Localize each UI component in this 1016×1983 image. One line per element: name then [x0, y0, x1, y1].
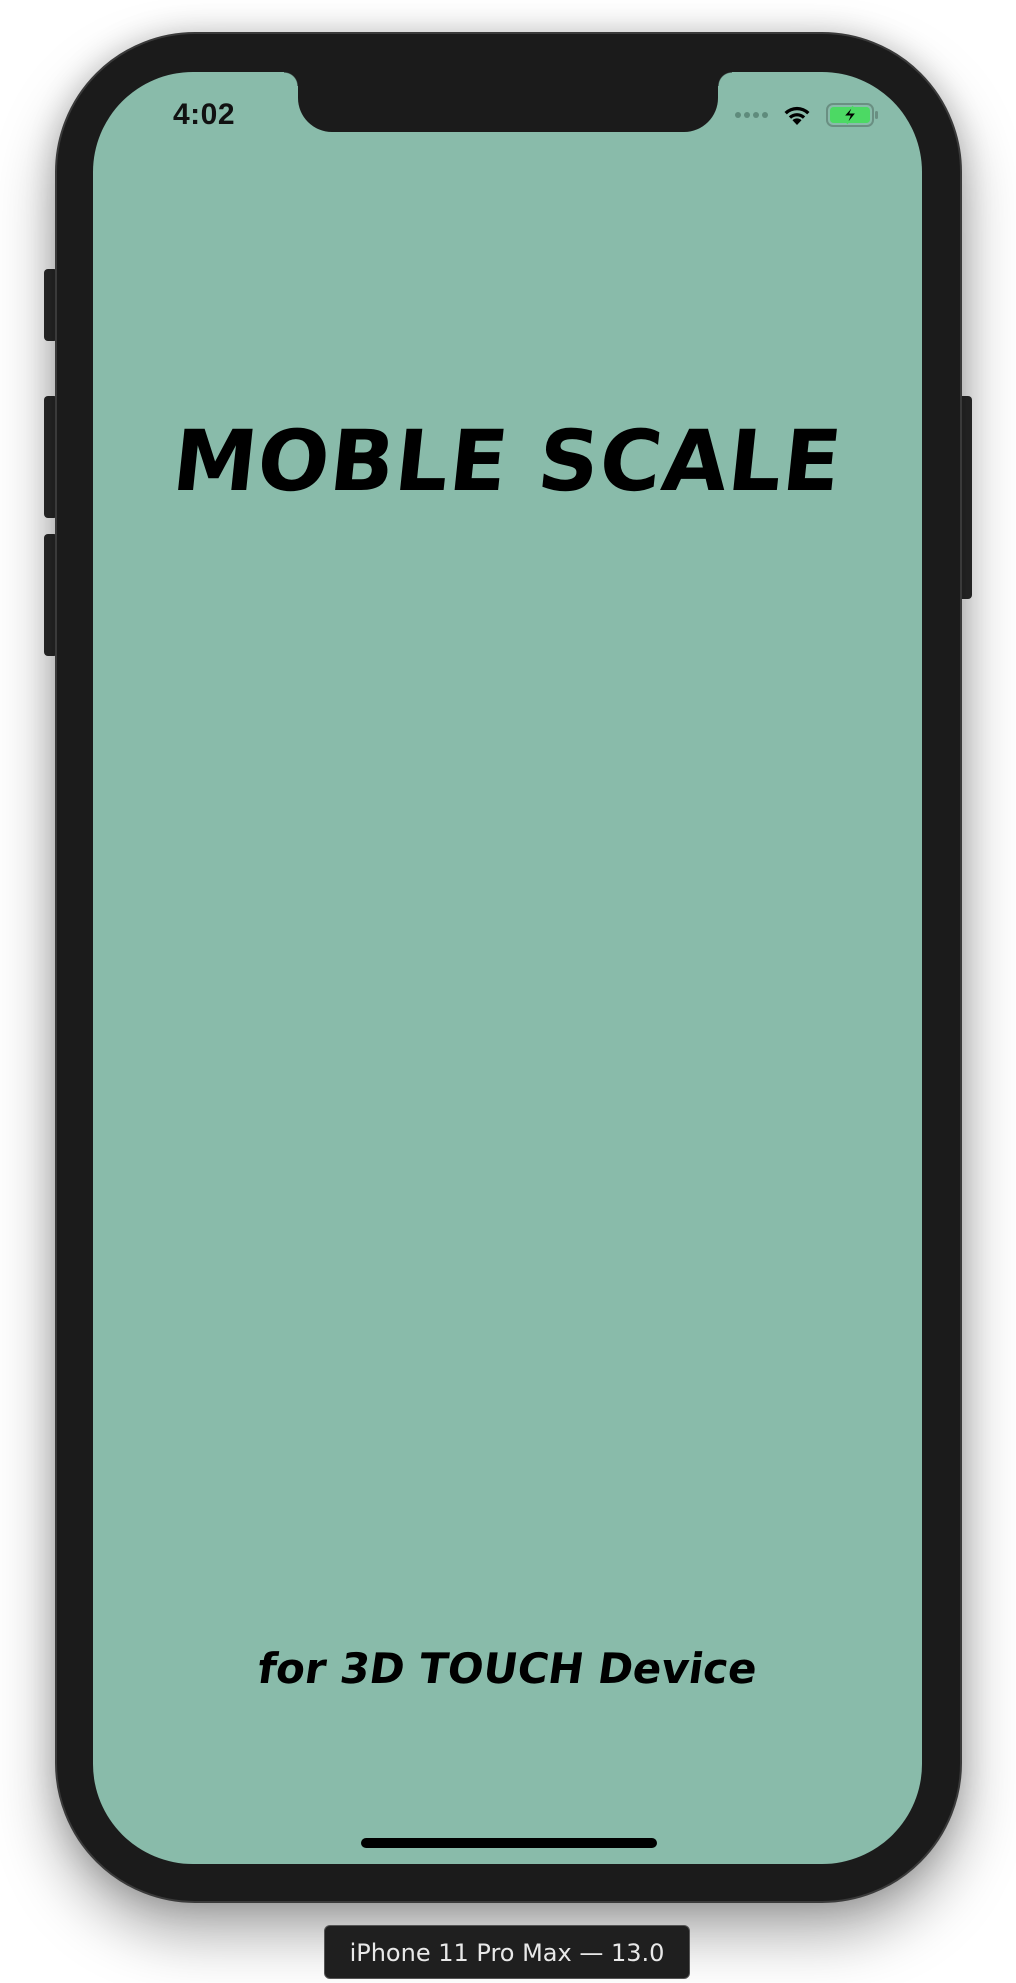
- app-title: MOBLE SCALE: [168, 412, 847, 510]
- simulator-stage: 4:02 MOBLE SCALE for 3D TOUCH Device iPh…: [0, 0, 1016, 1983]
- status-time: 4:02: [173, 98, 236, 131]
- wifi-icon: [784, 106, 810, 125]
- signal-dots-icon: [735, 112, 768, 118]
- battery-charging-icon: [826, 103, 878, 127]
- simulator-device-label: iPhone 11 Pro Max — 13.0: [324, 1925, 690, 1979]
- status-icons: [735, 102, 880, 128]
- notch: [284, 72, 732, 132]
- app-subtitle: for 3D TOUCH Device: [254, 1644, 761, 1693]
- device-screen[interactable]: 4:02 MOBLE SCALE for 3D TOUCH Device: [93, 72, 922, 1864]
- home-indicator[interactable]: [361, 1838, 657, 1848]
